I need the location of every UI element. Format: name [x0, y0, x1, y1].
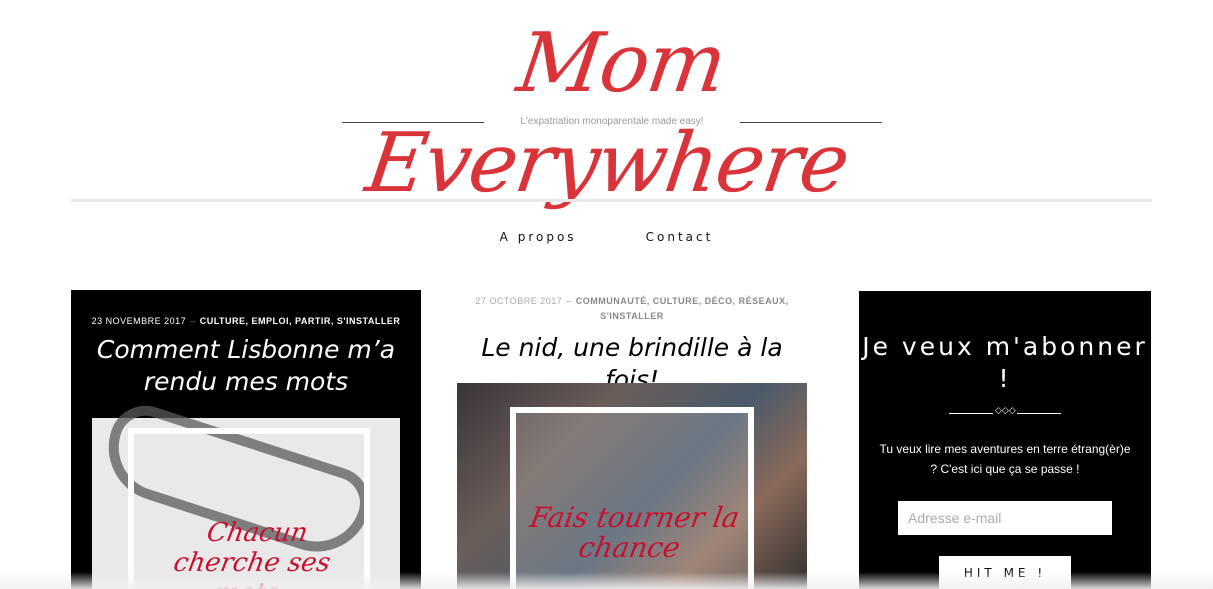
post-meta: 23 novembre 2017– CULTURE, EMPLOI, PARTIR…	[71, 316, 421, 326]
site-title: Mom Everywhere	[360, 16, 854, 211]
widget-description: Tu veux lire mes aventures en terre étra…	[879, 442, 1131, 476]
logo-rule-right	[740, 122, 882, 123]
header-divider	[71, 199, 1152, 202]
diamond-ornament-icon: ◇◇◇	[995, 406, 1016, 416]
post-date[interactable]: 23 novembre 2017	[92, 316, 187, 326]
ornament-line-right	[1017, 413, 1061, 414]
post-date[interactable]: 27 octobre 2017	[475, 296, 562, 306]
post-card-lisbonne: 23 novembre 2017– CULTURE, EMPLOI, PARTIR…	[71, 290, 421, 589]
post-thumbnail[interactable]: Chacun cherche ses mots	[92, 396, 400, 589]
post-categories[interactable]: CULTURE, EMPLOI, PARTIR, S'INSTALLER	[200, 316, 401, 326]
nav-item-about[interactable]: A propos	[500, 230, 577, 244]
ornament-divider: ◇◇◇	[949, 406, 1061, 416]
meta-separator: –	[190, 316, 196, 326]
ornament-line-left	[949, 413, 993, 414]
post-card-le-nid: 27 octobre 2017– COMMUNAUTÉ, CULTURE, DÉC…	[457, 290, 807, 589]
main-nav: A propos Contact	[0, 226, 1213, 245]
email-field[interactable]	[898, 501, 1112, 535]
site-tagline: L'expatriation monoparentale made easy!	[520, 116, 704, 127]
widget-title: Je veux m'abonner !	[862, 332, 1148, 393]
post-meta: 27 octobre 2017– COMMUNAUTÉ, CULTURE, DÉC…	[472, 294, 792, 324]
post-thumbnail[interactable]: Fais tourner la chance	[457, 383, 807, 589]
subscribe-widget: Je veux m'abonner ! ◇◇◇ Tu veux lire mes…	[859, 291, 1151, 589]
meta-separator: –	[566, 296, 572, 306]
logo-rule-left	[342, 122, 484, 123]
nav-item-contact[interactable]: Contact	[646, 230, 714, 244]
post-title[interactable]: Comment Lisbonne m’a rendu mes mots	[96, 334, 396, 398]
thumbnail-caption: Fais tourner la chance	[527, 501, 742, 564]
bottom-fade	[0, 572, 1213, 589]
site-logo[interactable]: Mom Everywhere L'expatriation monoparent…	[334, 10, 894, 211]
post-categories[interactable]: COMMUNAUTÉ, CULTURE, DÉCO, RÉSEAUX, S'IN…	[576, 296, 789, 321]
